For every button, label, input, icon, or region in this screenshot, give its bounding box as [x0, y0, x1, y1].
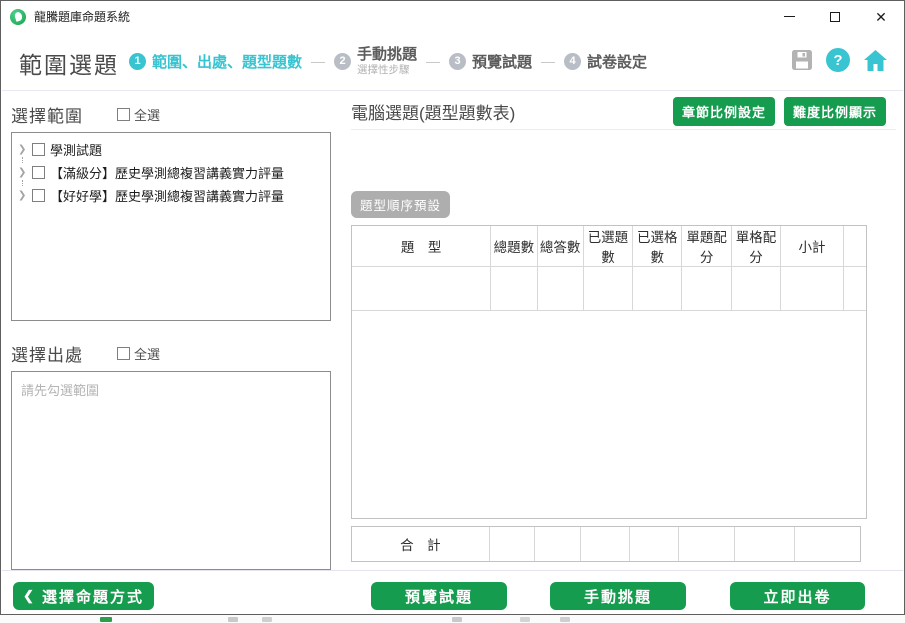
step-3-badge: 3 [449, 53, 466, 70]
source-select-all-label: 全選 [134, 344, 160, 363]
step-4-badge: 4 [564, 53, 581, 70]
tree-item-checkbox[interactable] [32, 166, 45, 179]
col-total-answers: 總答數 [537, 226, 583, 267]
col-total-questions: 總題數 [491, 226, 537, 267]
header-icons: ? [791, 48, 888, 72]
tree-item[interactable]: ❯ 學測試題 [16, 138, 326, 161]
window-controls: ✕ [766, 1, 904, 32]
taskbar-icon-fragment [520, 617, 530, 622]
taskbar-icon-fragment [452, 617, 462, 622]
page-title: 範圍選題 [19, 46, 119, 80]
range-section-title: 選擇範圍 [11, 102, 83, 127]
step-separator: — [541, 53, 555, 69]
back-chevron-icon: ❮ [23, 588, 36, 604]
source-select-all-checkbox[interactable] [117, 347, 130, 360]
tree-item-label[interactable]: 【滿級分】歷史學測總複習講義實力評量 [50, 163, 284, 182]
tree-item[interactable]: ❯ 【滿級分】歷史學測總複習講義實力評量 [16, 161, 326, 184]
step-2-sublabel: 選擇性步驟 [357, 64, 417, 76]
tree-item[interactable]: ❯ 【好好學】歷史學測總複習講義實力評量 [16, 184, 326, 207]
totals-table: 合 計 [351, 526, 861, 562]
taskbar-sliver [0, 615, 905, 623]
range-select-all[interactable]: 全選 [117, 105, 160, 124]
col-selected-questions: 已選題數 [583, 226, 632, 267]
col-question-type: 題 型 [352, 226, 491, 267]
footer: ❮ 選擇命題方式 預覽試題 手動挑題 立即出卷 [2, 570, 903, 613]
save-icon[interactable] [791, 49, 813, 71]
step-1-badge: 1 [129, 53, 146, 70]
step-2-manual-pick[interactable]: 2 手動挑題 選擇性步驟 [334, 46, 417, 75]
app-logo-icon [10, 9, 26, 25]
tree-item-checkbox[interactable] [32, 189, 45, 202]
taskbar-icon-fragment [100, 617, 112, 622]
col-points-per-question: 單題配分 [682, 226, 731, 267]
question-type-table: 題 型 總題數 總答數 已選題數 已選格數 單題配分 單格配分 小計 [351, 225, 867, 519]
col-subtotal: 小計 [781, 226, 844, 267]
step-separator: — [311, 53, 325, 69]
taskbar-icon-fragment [560, 617, 570, 622]
step-4-label: 試卷設定 [587, 51, 647, 72]
close-icon: ✕ [875, 10, 887, 24]
home-icon[interactable] [863, 49, 888, 72]
table-empty-row [352, 267, 866, 311]
expand-chevron-icon[interactable]: ❯ [18, 167, 27, 178]
back-to-mode-button[interactable]: ❮ 選擇命題方式 [13, 582, 154, 610]
range-select-all-checkbox[interactable] [117, 108, 130, 121]
tree-item-label[interactable]: 【好好學】歷史學測總複習講義實力評量 [50, 186, 284, 205]
app-window: 龍騰題庫命題系統 ✕ 範圍選題 1 範圍、出處、題型題數 — 2 手動挑題 選擇… [0, 0, 905, 615]
range-select-all-label: 全選 [134, 105, 160, 124]
step-1-label: 範圍、出處、題型題數 [152, 51, 302, 72]
preview-questions-button[interactable]: 預覽試題 [371, 582, 507, 610]
maximize-button[interactable] [812, 1, 858, 32]
help-icon[interactable]: ? [826, 48, 850, 72]
step-3-preview[interactable]: 3 預覽試題 [449, 51, 532, 72]
difficulty-ratio-button[interactable]: 難度比例顯示 [784, 97, 886, 126]
minimize-button[interactable] [766, 1, 812, 32]
wizard-steps: 1 範圍、出處、題型題數 — 2 手動挑題 選擇性步驟 — 3 預覽試題 — 4… [129, 32, 647, 90]
manual-pick-button[interactable]: 手動挑題 [550, 582, 686, 610]
step-4-paper-settings[interactable]: 4 試卷設定 [564, 51, 647, 72]
page-header: 範圍選題 1 範圍、出處、題型題數 — 2 手動挑題 選擇性步驟 — 3 預覽試… [2, 32, 903, 91]
table-header-row: 題 型 總題數 總答數 已選題數 已選格數 單題配分 單格配分 小計 [352, 226, 866, 267]
step-2-label: 手動挑題 [357, 46, 417, 63]
range-tree: ❯ 學測試題 ❯ 【滿級分】歷史學測總複習講義實力評量 ❯ 【好好學】歷史學測總… [11, 132, 331, 321]
range-section-header: 選擇範圍 全選 [11, 103, 331, 125]
titlebar: 龍騰題庫命題系統 ✕ [1, 1, 904, 32]
app-title: 龍騰題庫命題系統 [34, 8, 130, 25]
step-separator: — [426, 53, 440, 69]
taskbar-icon-fragment [262, 617, 272, 622]
maximize-icon [830, 12, 840, 22]
left-panel: 選擇範圍 全選 ❯ 學測試題 ❯ 【滿級分】歷史學測總複習講義實力評量 ❯ [11, 103, 331, 570]
generate-paper-button[interactable]: 立即出卷 [730, 582, 865, 610]
step-2-badge: 2 [334, 53, 351, 70]
question-panel-header: 電腦選題(題型題數表) 章節比例設定 難度比例顯示 [351, 97, 896, 130]
question-panel: 電腦選題(題型題數表) 章節比例設定 難度比例顯示 題型順序預設 題 型 總題數… [351, 97, 896, 562]
source-section-title: 選擇出處 [11, 341, 83, 366]
step-3-label: 預覽試題 [472, 51, 532, 72]
question-panel-title: 電腦選題(題型題數表) [351, 99, 515, 124]
source-placeholder: 請先勾選範圍 [21, 383, 99, 398]
totals-row: 合 計 [352, 527, 860, 561]
col-selected-blanks: 已選格數 [633, 226, 682, 267]
expand-chevron-icon[interactable]: ❯ [18, 190, 27, 201]
source-list: 請先勾選範圍 [11, 371, 331, 570]
close-button[interactable]: ✕ [858, 1, 904, 32]
col-scroll-gutter [843, 226, 866, 267]
back-button-label: 選擇命題方式 [42, 586, 144, 607]
step-1-range[interactable]: 1 範圍、出處、題型題數 [129, 51, 302, 72]
question-type-order-preset-button[interactable]: 題型順序預設 [351, 191, 450, 218]
col-points-per-blank: 單格配分 [731, 226, 780, 267]
totals-label: 合 計 [352, 527, 489, 561]
source-select-all[interactable]: 全選 [117, 344, 160, 363]
chapter-ratio-button[interactable]: 章節比例設定 [673, 97, 775, 126]
minimize-icon [784, 16, 795, 17]
tree-item-checkbox[interactable] [32, 143, 45, 156]
source-section-header: 選擇出處 全選 [11, 342, 331, 364]
expand-chevron-icon[interactable]: ❯ [18, 144, 27, 155]
tree-item-label[interactable]: 學測試題 [50, 140, 102, 159]
taskbar-icon-fragment [228, 617, 238, 622]
